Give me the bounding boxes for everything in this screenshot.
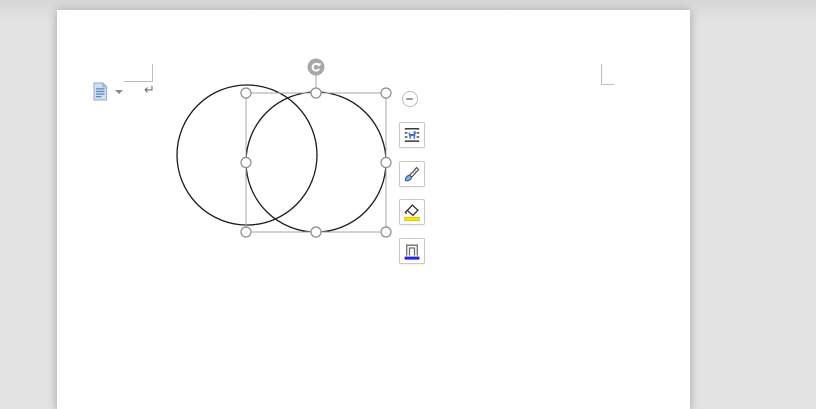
minus-icon <box>406 98 413 100</box>
shape-style-button[interactable] <box>399 161 425 187</box>
resize-handle-ne[interactable] <box>380 87 392 99</box>
frame-icon <box>404 244 420 260</box>
resize-handle-s[interactable] <box>310 226 322 238</box>
resize-handle-sw[interactable] <box>240 226 252 238</box>
resize-handle-se[interactable] <box>380 226 392 238</box>
document-page[interactable]: ↵ <box>57 10 690 409</box>
toolbar-collapse-button[interactable] <box>402 91 418 107</box>
resize-handle-w[interactable] <box>240 156 252 169</box>
drawing-layer <box>176 58 392 238</box>
outline-color-button[interactable] <box>399 238 425 264</box>
resize-handle-n[interactable] <box>310 87 322 99</box>
resize-handle-nw[interactable] <box>240 87 252 99</box>
paint-bucket-icon <box>404 204 420 221</box>
rotate-handle[interactable] <box>307 58 325 76</box>
overlapping-circles-shape[interactable] <box>176 84 387 233</box>
fill-color-button[interactable] <box>399 199 425 225</box>
editor-workspace: ↵ <box>0 0 816 409</box>
text-wrap-dog-icon <box>404 128 420 142</box>
resize-handle-e[interactable] <box>380 156 392 169</box>
brush-icon <box>404 166 420 182</box>
layout-options-button[interactable] <box>399 122 425 148</box>
